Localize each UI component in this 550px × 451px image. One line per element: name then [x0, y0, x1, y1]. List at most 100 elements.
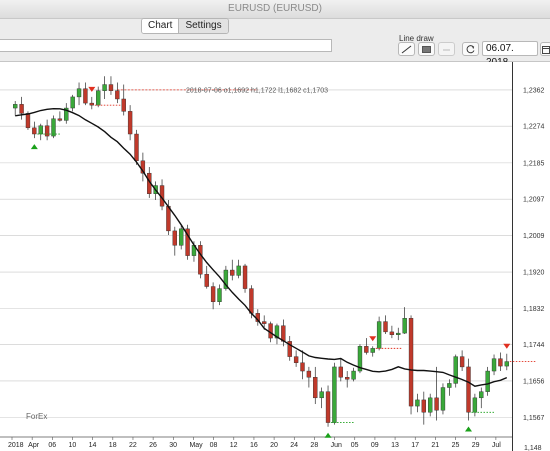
candle-body[interactable] — [396, 332, 401, 335]
candle-body[interactable] — [415, 399, 420, 407]
candle-body[interactable] — [293, 356, 299, 364]
candle-body[interactable] — [447, 383, 452, 388]
candle-body[interactable] — [325, 391, 331, 423]
x-tick-label: 24 — [290, 442, 298, 449]
x-tick-label: 21 — [431, 442, 439, 449]
candle-body[interactable] — [383, 321, 388, 333]
x-tick-label: 20 — [270, 442, 278, 449]
candle-body[interactable] — [96, 90, 101, 106]
candle-body[interactable] — [242, 265, 248, 289]
candle-body[interactable] — [428, 397, 433, 413]
candle-body[interactable] — [479, 391, 484, 399]
rectangle-tool-button[interactable] — [418, 42, 435, 56]
dash-tool-icon — [443, 49, 450, 50]
candle-body[interactable] — [102, 84, 107, 91]
candle-body[interactable] — [70, 96, 75, 109]
candle-body[interactable] — [472, 397, 478, 413]
candle-body[interactable] — [338, 366, 343, 378]
candle-body[interactable] — [434, 397, 439, 411]
candle-body[interactable] — [230, 269, 235, 276]
x-tick-label: 2018 — [8, 442, 24, 449]
candle-body[interactable] — [466, 366, 471, 413]
candle-body[interactable] — [51, 118, 56, 137]
candle-body[interactable] — [300, 362, 305, 372]
candle-body[interactable] — [198, 245, 203, 275]
x-tick-label: Jun — [331, 442, 342, 449]
candle-body[interactable] — [345, 377, 350, 380]
candle-body[interactable] — [313, 377, 318, 399]
candle-body[interactable] — [204, 273, 209, 287]
candle-body[interactable] — [57, 118, 63, 121]
x-tick-label: 29 — [472, 442, 480, 449]
x-tick-label: 14 — [89, 442, 97, 449]
candle-body[interactable] — [319, 391, 324, 399]
calendar-button[interactable] — [540, 42, 550, 56]
candle-body[interactable] — [236, 265, 241, 276]
candle-body[interactable] — [19, 104, 24, 114]
candle-body[interactable] — [25, 113, 31, 129]
y-tick-label: 1,1744 — [523, 342, 545, 349]
candle-body[interactable] — [127, 111, 133, 135]
candle-body[interactable] — [351, 370, 356, 380]
candle-body[interactable] — [13, 104, 18, 109]
y-tick-label: 1,2274 — [523, 124, 545, 131]
y-tick-label: 1,2362 — [523, 87, 545, 94]
candle-body[interactable] — [121, 98, 126, 112]
refresh-button[interactable] — [462, 42, 479, 56]
chart-watermark: ForEx — [26, 412, 47, 421]
candle-body[interactable] — [108, 84, 114, 91]
date-field[interactable]: 06.07. 2018 — [482, 41, 538, 68]
y-tick-label: 1,1832 — [523, 306, 545, 313]
candle-body[interactable] — [453, 356, 458, 384]
candle-body[interactable] — [402, 318, 407, 334]
x-tick-label: 18 — [109, 442, 117, 449]
dash-tool-button[interactable] — [438, 42, 455, 56]
sell-signal-marker — [369, 336, 377, 342]
candle-body[interactable] — [389, 331, 395, 335]
candle-body[interactable] — [249, 288, 254, 314]
candle-body[interactable] — [421, 399, 426, 413]
candle-body[interactable] — [32, 127, 37, 135]
candle-body[interactable] — [504, 361, 509, 367]
candle-body[interactable] — [83, 88, 88, 104]
candle-body[interactable] — [364, 346, 369, 353]
tab-chart[interactable]: Chart — [142, 19, 179, 33]
y-tick-label-partial: 1,148 — [524, 445, 542, 451]
candle-body[interactable] — [332, 366, 337, 423]
candle-body[interactable] — [370, 348, 375, 353]
symbol-input[interactable] — [0, 39, 332, 52]
buy-signal-marker — [324, 432, 332, 438]
candle-body[interactable] — [38, 125, 43, 135]
candle-body[interactable] — [459, 356, 465, 368]
candle-body[interactable] — [485, 370, 490, 392]
line-tool-button[interactable] — [398, 42, 415, 56]
tab-settings[interactable]: Settings — [178, 19, 228, 33]
rectangle-tool-icon — [422, 45, 431, 53]
chart-area[interactable]: 1,2362 1,2274 1,2185 1,2097 1,2009 1,1920 1,18… — [0, 62, 550, 451]
candle-body[interactable] — [210, 286, 216, 302]
candle-body[interactable] — [306, 370, 312, 378]
candle-body[interactable] — [217, 288, 222, 302]
candle-body[interactable] — [166, 205, 171, 232]
x-tick-label: Apr — [28, 442, 40, 449]
candle-body[interactable] — [491, 358, 497, 372]
candle-body[interactable] — [76, 88, 82, 98]
ohlc-annotation: 2018-07-06 o1,1692 h1,1722 l1,1682 c1,17… — [186, 87, 328, 94]
buy-signal-marker — [30, 144, 38, 150]
candle-body[interactable] — [440, 387, 446, 411]
candle-body[interactable] — [262, 321, 267, 324]
candlestick-chart[interactable]: 1,2362 1,2274 1,2185 1,2097 1,2009 1,1920 1,18… — [0, 62, 550, 451]
candle-body[interactable] — [376, 321, 382, 349]
candle-body[interactable] — [115, 90, 120, 100]
candle-body[interactable] — [172, 230, 177, 246]
candle-body[interactable] — [134, 133, 139, 162]
x-tick-label: Jul — [492, 442, 501, 449]
candle-body[interactable] — [44, 125, 50, 137]
candle-body[interactable] — [179, 228, 184, 246]
y-tick-label: 1,2097 — [523, 197, 545, 204]
candle-body[interactable] — [498, 358, 503, 367]
candle-body[interactable] — [408, 318, 414, 407]
candle-body[interactable] — [89, 102, 94, 106]
candle-body[interactable] — [268, 323, 273, 339]
candle-body[interactable] — [281, 325, 286, 342]
